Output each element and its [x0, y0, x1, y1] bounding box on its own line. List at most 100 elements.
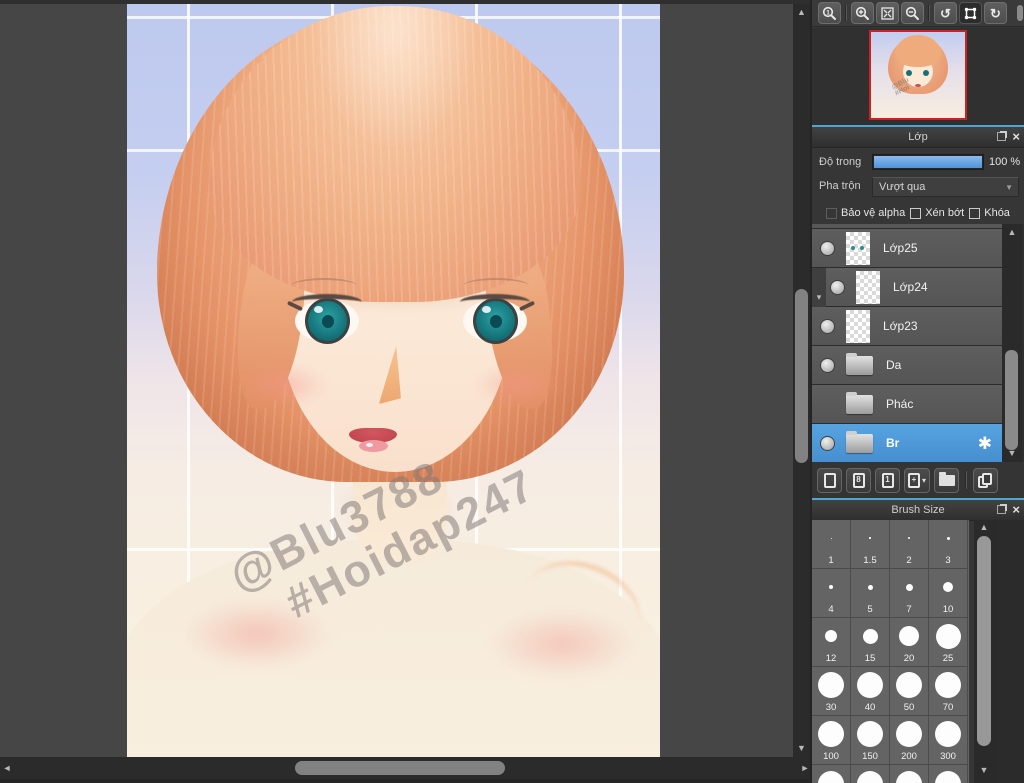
brush-size-option-partial[interactable] — [929, 765, 968, 783]
scroll-down-arrow[interactable]: ▼ — [793, 744, 810, 753]
brush-size-option[interactable]: 3 — [929, 520, 968, 569]
layer-row-br-selected[interactable]: Br ✱ — [812, 424, 1002, 462]
close-icon[interactable]: × — [1012, 503, 1020, 516]
layer-row-da[interactable]: Da — [812, 346, 1002, 385]
scroll-up-arrow[interactable]: ▲ — [793, 8, 810, 17]
visibility-dot[interactable] — [821, 436, 834, 450]
rotate-left-button[interactable]: ↺ — [934, 2, 957, 24]
brush-size-option[interactable]: 50 — [890, 667, 929, 716]
thumb-bangs — [895, 35, 941, 67]
canvas[interactable]: @Blu3788 #Hoidap247 — [127, 4, 660, 757]
navigator-thumbnail[interactable]: @Blu #Hoi — [869, 30, 967, 120]
brush-size-option-partial[interactable] — [851, 765, 890, 783]
scroll-up-arrow[interactable]: ▲ — [974, 523, 994, 532]
panel-filler — [994, 520, 1024, 783]
opacity-value: 100 % — [989, 156, 1021, 168]
canvas-horizontal-scrollbar[interactable]: ◄ ► — [0, 757, 812, 779]
scroll-up-arrow[interactable]: ▲ — [1002, 228, 1022, 237]
layer-name: Lớp23 — [883, 319, 918, 333]
new-page-icon — [823, 472, 836, 488]
brush-size-option[interactable]: 12 — [812, 618, 851, 667]
layer-row-phac[interactable]: Phác — [812, 385, 1002, 424]
fit-to-screen-button[interactable] — [876, 2, 899, 24]
horizontal-scroll-thumb[interactable] — [295, 761, 505, 775]
layer-panel-header[interactable]: Lớp × — [812, 127, 1024, 148]
layer-list-scrollbar[interactable]: ▲ ▼ — [1002, 224, 1022, 462]
brush-size-option[interactable]: 40 — [851, 667, 890, 716]
brush-dot-icon — [946, 536, 950, 540]
canvas-vertical-scrollbar[interactable]: ▲ ▼ — [793, 4, 810, 757]
visibility-dot[interactable] — [831, 280, 844, 294]
brush-size-option[interactable]: 30 — [812, 667, 851, 716]
brush-size-option[interactable]: 15 — [851, 618, 890, 667]
brush-dot-icon — [943, 582, 953, 592]
painting-eyelid-crease — [463, 278, 529, 294]
brush-size-option[interactable]: 150 — [851, 716, 890, 765]
chevron-down-icon: ▾ — [922, 475, 927, 485]
popout-icon[interactable] — [997, 131, 1008, 141]
brush-dot-icon — [818, 721, 844, 747]
zoom-in-button[interactable] — [851, 2, 874, 24]
zoom-actual-button[interactable]: 1 — [818, 2, 841, 24]
toolbar-separator — [928, 5, 930, 21]
brush-size-option[interactable]: 20 — [890, 618, 929, 667]
layer-scroll-thumb[interactable] — [1005, 350, 1018, 450]
brush-dot-icon — [935, 672, 961, 698]
protect-alpha-label: Bảo vệ alpha — [841, 207, 906, 219]
scroll-left-arrow[interactable]: ◄ — [2, 764, 12, 773]
visibility-dot[interactable] — [821, 241, 834, 255]
checkbox-icon — [826, 207, 837, 219]
brush-size-option[interactable]: 2 — [890, 520, 929, 569]
close-icon[interactable]: × — [1012, 130, 1020, 143]
toolbar-scroll-nub[interactable] — [1017, 5, 1023, 21]
brush-scroll-thumb[interactable] — [977, 536, 991, 746]
lock-checkbox[interactable]: Khóa — [969, 207, 1010, 219]
folder-icon — [938, 471, 955, 486]
scroll-right-arrow[interactable]: ► — [800, 764, 810, 773]
brush-size-option-partial[interactable] — [890, 765, 929, 783]
scroll-down-arrow[interactable]: ▼ — [974, 766, 994, 775]
protect-alpha-checkbox[interactable]: Bảo vệ alpha — [826, 207, 905, 219]
scroll-down-arrow[interactable]: ▼ — [1002, 449, 1022, 458]
opacity-slider[interactable] — [872, 154, 984, 170]
brush-panel-header[interactable]: Brush Size × — [812, 500, 1024, 521]
blend-mode-dropdown[interactable]: Vượt qua ▼ — [872, 177, 1019, 197]
vertical-scroll-thumb[interactable] — [795, 289, 808, 463]
layer-row-lop23[interactable]: Lớp23 — [812, 307, 1002, 346]
painting-eye-left — [286, 294, 362, 346]
rotate-right-button[interactable]: ↻ — [984, 2, 1007, 24]
visibility-dot[interactable] — [821, 358, 834, 372]
new-8bit-layer-button[interactable]: 8 — [846, 467, 871, 493]
brush-size-option[interactable]: 7 — [890, 569, 929, 618]
layer-row-lop24[interactable]: ▾ Lớp24 — [812, 267, 1002, 307]
brush-grid-scrollbar[interactable]: ▲ ▼ — [974, 520, 994, 783]
brush-size-option[interactable]: 5 — [851, 569, 890, 618]
brush-size-option[interactable]: 25 — [929, 618, 968, 667]
layer-row-lop25[interactable]: Lớp25 — [812, 229, 1002, 268]
brush-dot-icon — [869, 537, 871, 539]
brush-dot-icon — [896, 672, 922, 698]
add-layer-button[interactable]: + ▾ — [904, 467, 931, 493]
new-layer-button[interactable] — [817, 467, 842, 493]
brush-size-option[interactable]: 70 — [929, 667, 968, 716]
brush-size-option[interactable]: 4 — [812, 569, 851, 618]
painting-eye-right — [460, 294, 536, 346]
fit-screen-icon — [881, 6, 894, 20]
brush-size-option[interactable]: 1.5 — [851, 520, 890, 569]
layer-thumbnail — [856, 270, 880, 304]
reset-view-button[interactable] — [959, 2, 982, 24]
brush-size-option[interactable]: 1 — [812, 520, 851, 569]
brush-size-option[interactable]: 10 — [929, 569, 968, 618]
brush-size-option-partial[interactable] — [812, 765, 851, 783]
new-folder-button[interactable] — [934, 467, 960, 493]
duplicate-layer-button[interactable] — [973, 467, 999, 493]
layer-settings-gear-icon[interactable]: ✱ — [978, 435, 992, 452]
new-1bit-layer-button[interactable]: 1 — [875, 467, 900, 493]
popout-icon[interactable] — [997, 504, 1008, 514]
brush-size-option[interactable]: 200 — [890, 716, 929, 765]
clip-checkbox[interactable]: Xén bớt — [910, 207, 964, 219]
zoom-out-button[interactable] — [901, 2, 924, 24]
brush-size-option[interactable]: 300 — [929, 716, 968, 765]
brush-size-option[interactable]: 100 — [812, 716, 851, 765]
visibility-dot[interactable] — [821, 319, 834, 333]
